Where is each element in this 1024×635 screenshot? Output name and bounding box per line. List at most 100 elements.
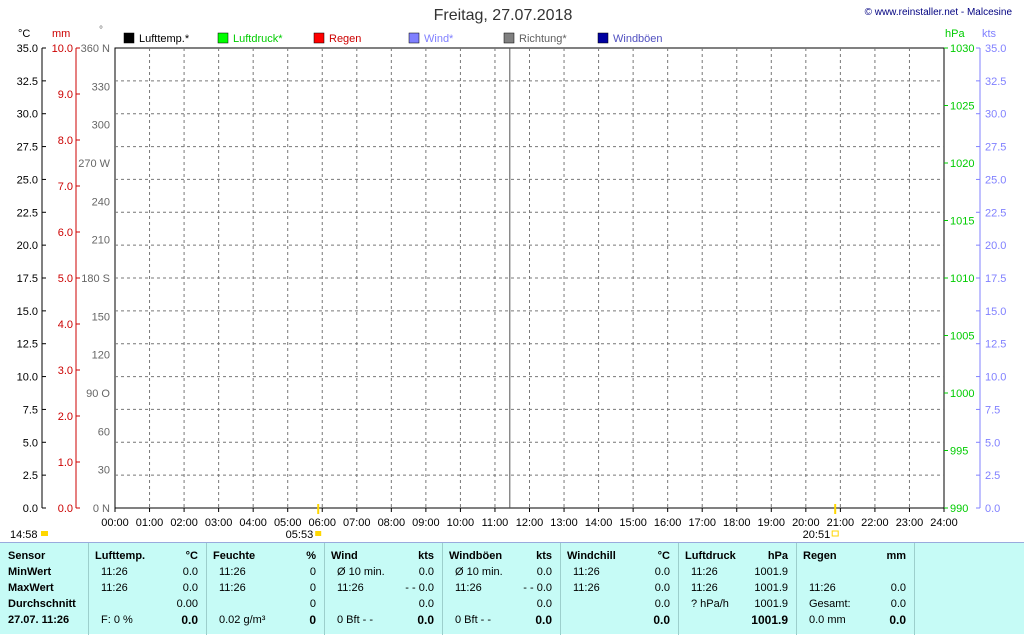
- time-tick-label: 02:00: [170, 517, 198, 529]
- stats-cell-value: 1001.9: [751, 613, 788, 627]
- stats-unit: kts: [536, 550, 552, 562]
- temp-tick-label: 2.5: [23, 470, 38, 482]
- copyright-text: © www.reinstaller.net - Malcesine: [865, 7, 1013, 18]
- stats-col-luftdruck: Luftdruck hPa 11:26 1001.9 11:26 1001.9 ? hPa/…: [678, 543, 796, 635]
- daylength-sun-icon: [41, 531, 48, 536]
- stats-header: Luftdruck: [685, 550, 736, 562]
- pressure-tick-label: 1020: [950, 158, 974, 170]
- stats-unit: mm: [886, 550, 906, 562]
- rain-tick-label: 5.0: [58, 273, 73, 285]
- statistics-panel: Sensor MinWert MaxWert Durchschnitt 27.0…: [0, 542, 1024, 635]
- stats-col-empty: [914, 543, 1024, 635]
- rain-tick-label: 9.0: [58, 89, 73, 101]
- temp-tick-label: 22.5: [17, 207, 38, 219]
- stats-cell-label: 0.0 mm: [809, 614, 846, 626]
- time-tick-label: 01:00: [136, 517, 164, 529]
- stats-col-sensor: Sensor MinWert MaxWert Durchschnitt 27.0…: [0, 543, 88, 635]
- time-tick-label: 17:00: [688, 517, 716, 529]
- direction-tick-label: 30: [98, 465, 110, 477]
- stats-cell-label: 0.02 g/m³: [219, 614, 266, 626]
- stats-header: Regen: [803, 550, 837, 562]
- wind-tick-label: 10.0: [985, 372, 1006, 384]
- time-tick-label: 24:00: [930, 517, 958, 529]
- stats-cell-label: 11:26: [455, 582, 482, 594]
- wind-tick-label: 20.0: [985, 240, 1006, 252]
- temp-tick-label: 32.5: [17, 76, 38, 88]
- temp-tick-label: 17.5: [17, 273, 38, 285]
- direction-tick-label: 270 W: [78, 158, 110, 170]
- stats-cell-value: 0.0: [654, 598, 670, 610]
- sunset-sun-icon: [831, 530, 839, 537]
- direction-tick-label: 330: [92, 81, 110, 93]
- stats-cell-value: 0.0: [536, 566, 552, 578]
- temp-tick-label: 35.0: [17, 43, 38, 55]
- stats-cell-value: - - 0.0: [405, 582, 434, 594]
- stats-cell-value: 0.0: [181, 613, 198, 627]
- direction-tick-label: 0 N: [93, 503, 110, 515]
- time-tick-label: 06:00: [308, 517, 336, 529]
- legend-swatch: [597, 32, 609, 44]
- legend-swatch: [503, 32, 515, 44]
- time-tick-label: 18:00: [723, 517, 751, 529]
- direction-tick-label: 150: [92, 311, 110, 323]
- legend-swatch: [123, 32, 135, 44]
- stats-cell-value: 0: [309, 582, 316, 594]
- stats-col-windchill: Windchill °C 11:26 0.0 11:26 0.0 0.0 0.0: [560, 543, 678, 635]
- pressure-tick-label: 1025: [950, 101, 974, 113]
- stats-col-lufttemp: Lufttemp. °C 11:26 0.0 11:26 0.0 0.00 F: 0 % 0.0: [88, 543, 206, 635]
- rain-tick-label: 6.0: [58, 227, 73, 239]
- time-tick-label: 12:00: [516, 517, 544, 529]
- stats-header: Wind: [331, 550, 358, 562]
- temp-tick-label: 7.5: [23, 404, 38, 416]
- stats-header: Feuchte: [213, 550, 256, 562]
- chart-grid: [114, 47, 945, 509]
- direction-unit-label: °: [99, 25, 103, 36]
- stats-col-feuchte: Feuchte% 11:26 0 11:26 0 0 0.02 g/m³ 0: [206, 543, 324, 635]
- temp-tick-label: 5.0: [23, 437, 38, 449]
- legend-swatch: [408, 32, 420, 44]
- stats-cell-value: 0.0: [535, 613, 552, 627]
- stats-cell-value: 0.0: [418, 598, 434, 610]
- temp-tick-label: 27.5: [17, 142, 38, 154]
- chart-legend: Lufttemp.* Luftdruck* Regen Wind* Richtung* W…: [123, 32, 663, 45]
- wind-tick-label: 2.5: [985, 470, 1000, 482]
- legend-label: Richtung*: [519, 33, 567, 45]
- temp-tick-label: 30.0: [17, 109, 38, 121]
- pressure-tick-label: 1030: [950, 43, 974, 55]
- stats-cell-value: 0.0: [654, 582, 670, 594]
- wind-tick-label: 35.0: [985, 43, 1006, 55]
- chart-title: Freitag, 27.07.2018: [434, 7, 573, 24]
- time-tick-label: 08:00: [378, 517, 406, 529]
- sunrise-label: 05:53: [286, 529, 314, 541]
- time-tick-label: 05:00: [274, 517, 302, 529]
- rain-tick-label: 3.0: [58, 365, 73, 377]
- time-tick-label: 15:00: [619, 517, 647, 529]
- stats-cell-value: 0.0: [182, 582, 198, 594]
- stats-cell-value: 0.0: [890, 598, 906, 610]
- stats-unit: °C: [657, 550, 670, 562]
- stats-cell-value: 0: [309, 598, 316, 610]
- legend-swatch: [313, 32, 325, 44]
- stats-sensor-row: 27.07. 11:26: [8, 614, 70, 626]
- wind-tick-label: 27.5: [985, 142, 1006, 154]
- wind-tick-label: 12.5: [985, 339, 1006, 351]
- stats-cell-value: 0.0: [536, 598, 552, 610]
- stats-cell-label: 11:26: [691, 582, 718, 594]
- stats-cell-label: ? hPa/h: [691, 598, 729, 610]
- direction-tick-label: 210: [92, 235, 110, 247]
- stats-cell-value: 0.0: [417, 613, 434, 627]
- direction-tick-label: 120: [92, 350, 110, 362]
- stats-unit: kts: [418, 550, 434, 562]
- time-tick-label: 20:00: [792, 517, 820, 529]
- stats-cell-label: 11:26: [691, 566, 718, 578]
- time-tick-label: 11:00: [482, 517, 509, 529]
- stats-cell-value: 0.0: [654, 566, 670, 578]
- temp-tick-label: 12.5: [17, 339, 38, 351]
- rain-unit-label: mm: [52, 28, 70, 40]
- daylength-label: 14:58: [10, 529, 38, 541]
- stats-unit: °C: [185, 550, 198, 562]
- direction-tick-label: 60: [98, 426, 110, 438]
- stats-cell-value: 0.0: [889, 613, 906, 627]
- legend-label: Regen: [329, 33, 361, 45]
- stats-cell-value: 0.00: [176, 598, 198, 610]
